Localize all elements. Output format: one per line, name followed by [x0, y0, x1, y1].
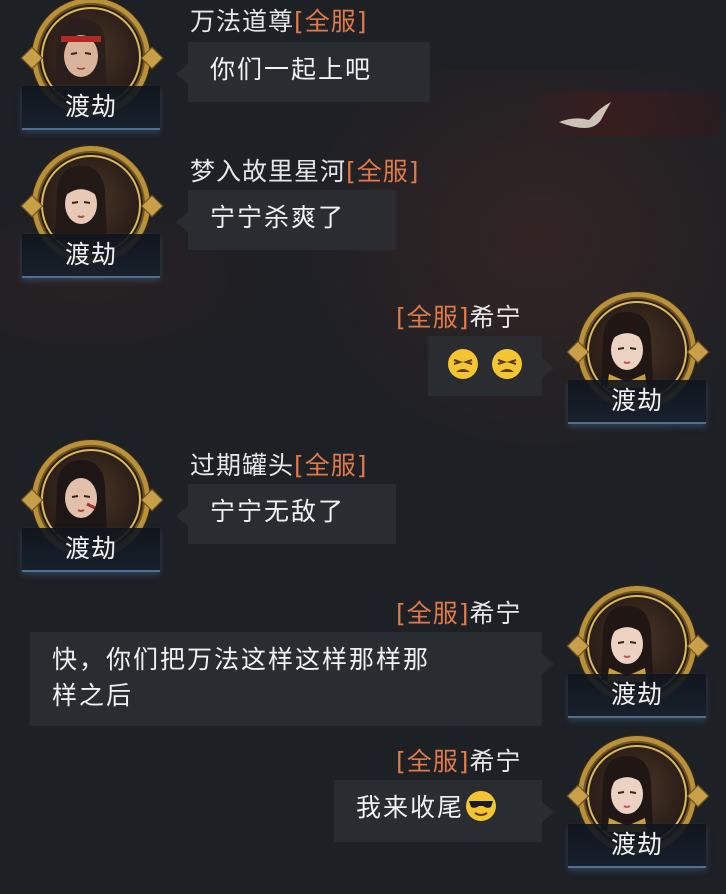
tired-face-emoji [491, 349, 522, 379]
avatar-label: 渡劫 [22, 528, 160, 572]
character-portrait [601, 756, 653, 832]
avatar[interactable]: 渡劫 [20, 146, 164, 284]
sender-nickname[interactable]: 希宁 [470, 303, 522, 332]
character-portrait [601, 606, 653, 682]
sunglasses-face-emoji [466, 791, 497, 821]
avatar-label: 渡劫 [568, 380, 706, 424]
sender-nickname[interactable]: 希宁 [470, 747, 522, 776]
message-text-line: 样之后 [52, 681, 134, 710]
sender-name: [全服]希宁 [396, 594, 522, 630]
sender-name: 过期罐头[全服] [190, 446, 368, 482]
server-tag: [全服] [396, 599, 470, 628]
server-tag: [全服] [294, 451, 368, 480]
sender-name: [全服]希宁 [396, 298, 522, 334]
server-tag: [全服] [294, 7, 368, 36]
avatar-label: 渡劫 [22, 86, 160, 130]
sender-nickname[interactable]: 梦入故里星河 [190, 157, 346, 186]
sender-nickname[interactable]: 过期罐头 [190, 451, 294, 480]
message-bubble: 快，你们把万法这样这样那样那 样之后 [30, 632, 554, 726]
server-tag: [全服] [396, 747, 470, 776]
avatar-label: 渡劫 [22, 234, 160, 278]
background-banner [520, 92, 720, 136]
avatar-label: 渡劫 [568, 824, 706, 868]
sender-nickname[interactable]: 万法道尊 [190, 7, 294, 36]
message-bubble: 宁宁无敌了 [176, 484, 396, 544]
avatar-label: 渡劫 [568, 674, 706, 718]
avatar[interactable]: 渡劫 [20, 440, 164, 578]
character-portrait [601, 312, 653, 388]
sender-name: 万法道尊[全服] [190, 2, 368, 38]
server-tag: [全服] [396, 303, 470, 332]
message-bubble: 你们一起上吧 [176, 42, 430, 102]
message-bubble: 我来收尾 [334, 780, 554, 842]
avatar[interactable]: 渡劫 [566, 292, 710, 430]
tired-face-emoji [448, 349, 478, 379]
sender-name: 梦入故里星河[全服] [190, 152, 420, 188]
character-portrait [55, 166, 107, 240]
message-bubble: 宁宁杀爽了 [176, 190, 396, 250]
message-text: 我来收尾 [356, 793, 465, 822]
sender-nickname[interactable]: 希宁 [470, 599, 522, 628]
avatar[interactable]: 渡劫 [566, 586, 710, 724]
message-bubble [428, 336, 554, 396]
avatar[interactable]: 渡劫 [20, 0, 164, 136]
sender-name: [全服]希宁 [396, 742, 522, 778]
avatar[interactable]: 渡劫 [566, 736, 710, 874]
crane-icon [559, 102, 611, 128]
message-text-line: 快，你们把万法这样这样那样那 [52, 645, 431, 674]
character-portrait [55, 18, 107, 92]
character-portrait [55, 460, 107, 534]
server-tag: [全服] [346, 157, 420, 186]
